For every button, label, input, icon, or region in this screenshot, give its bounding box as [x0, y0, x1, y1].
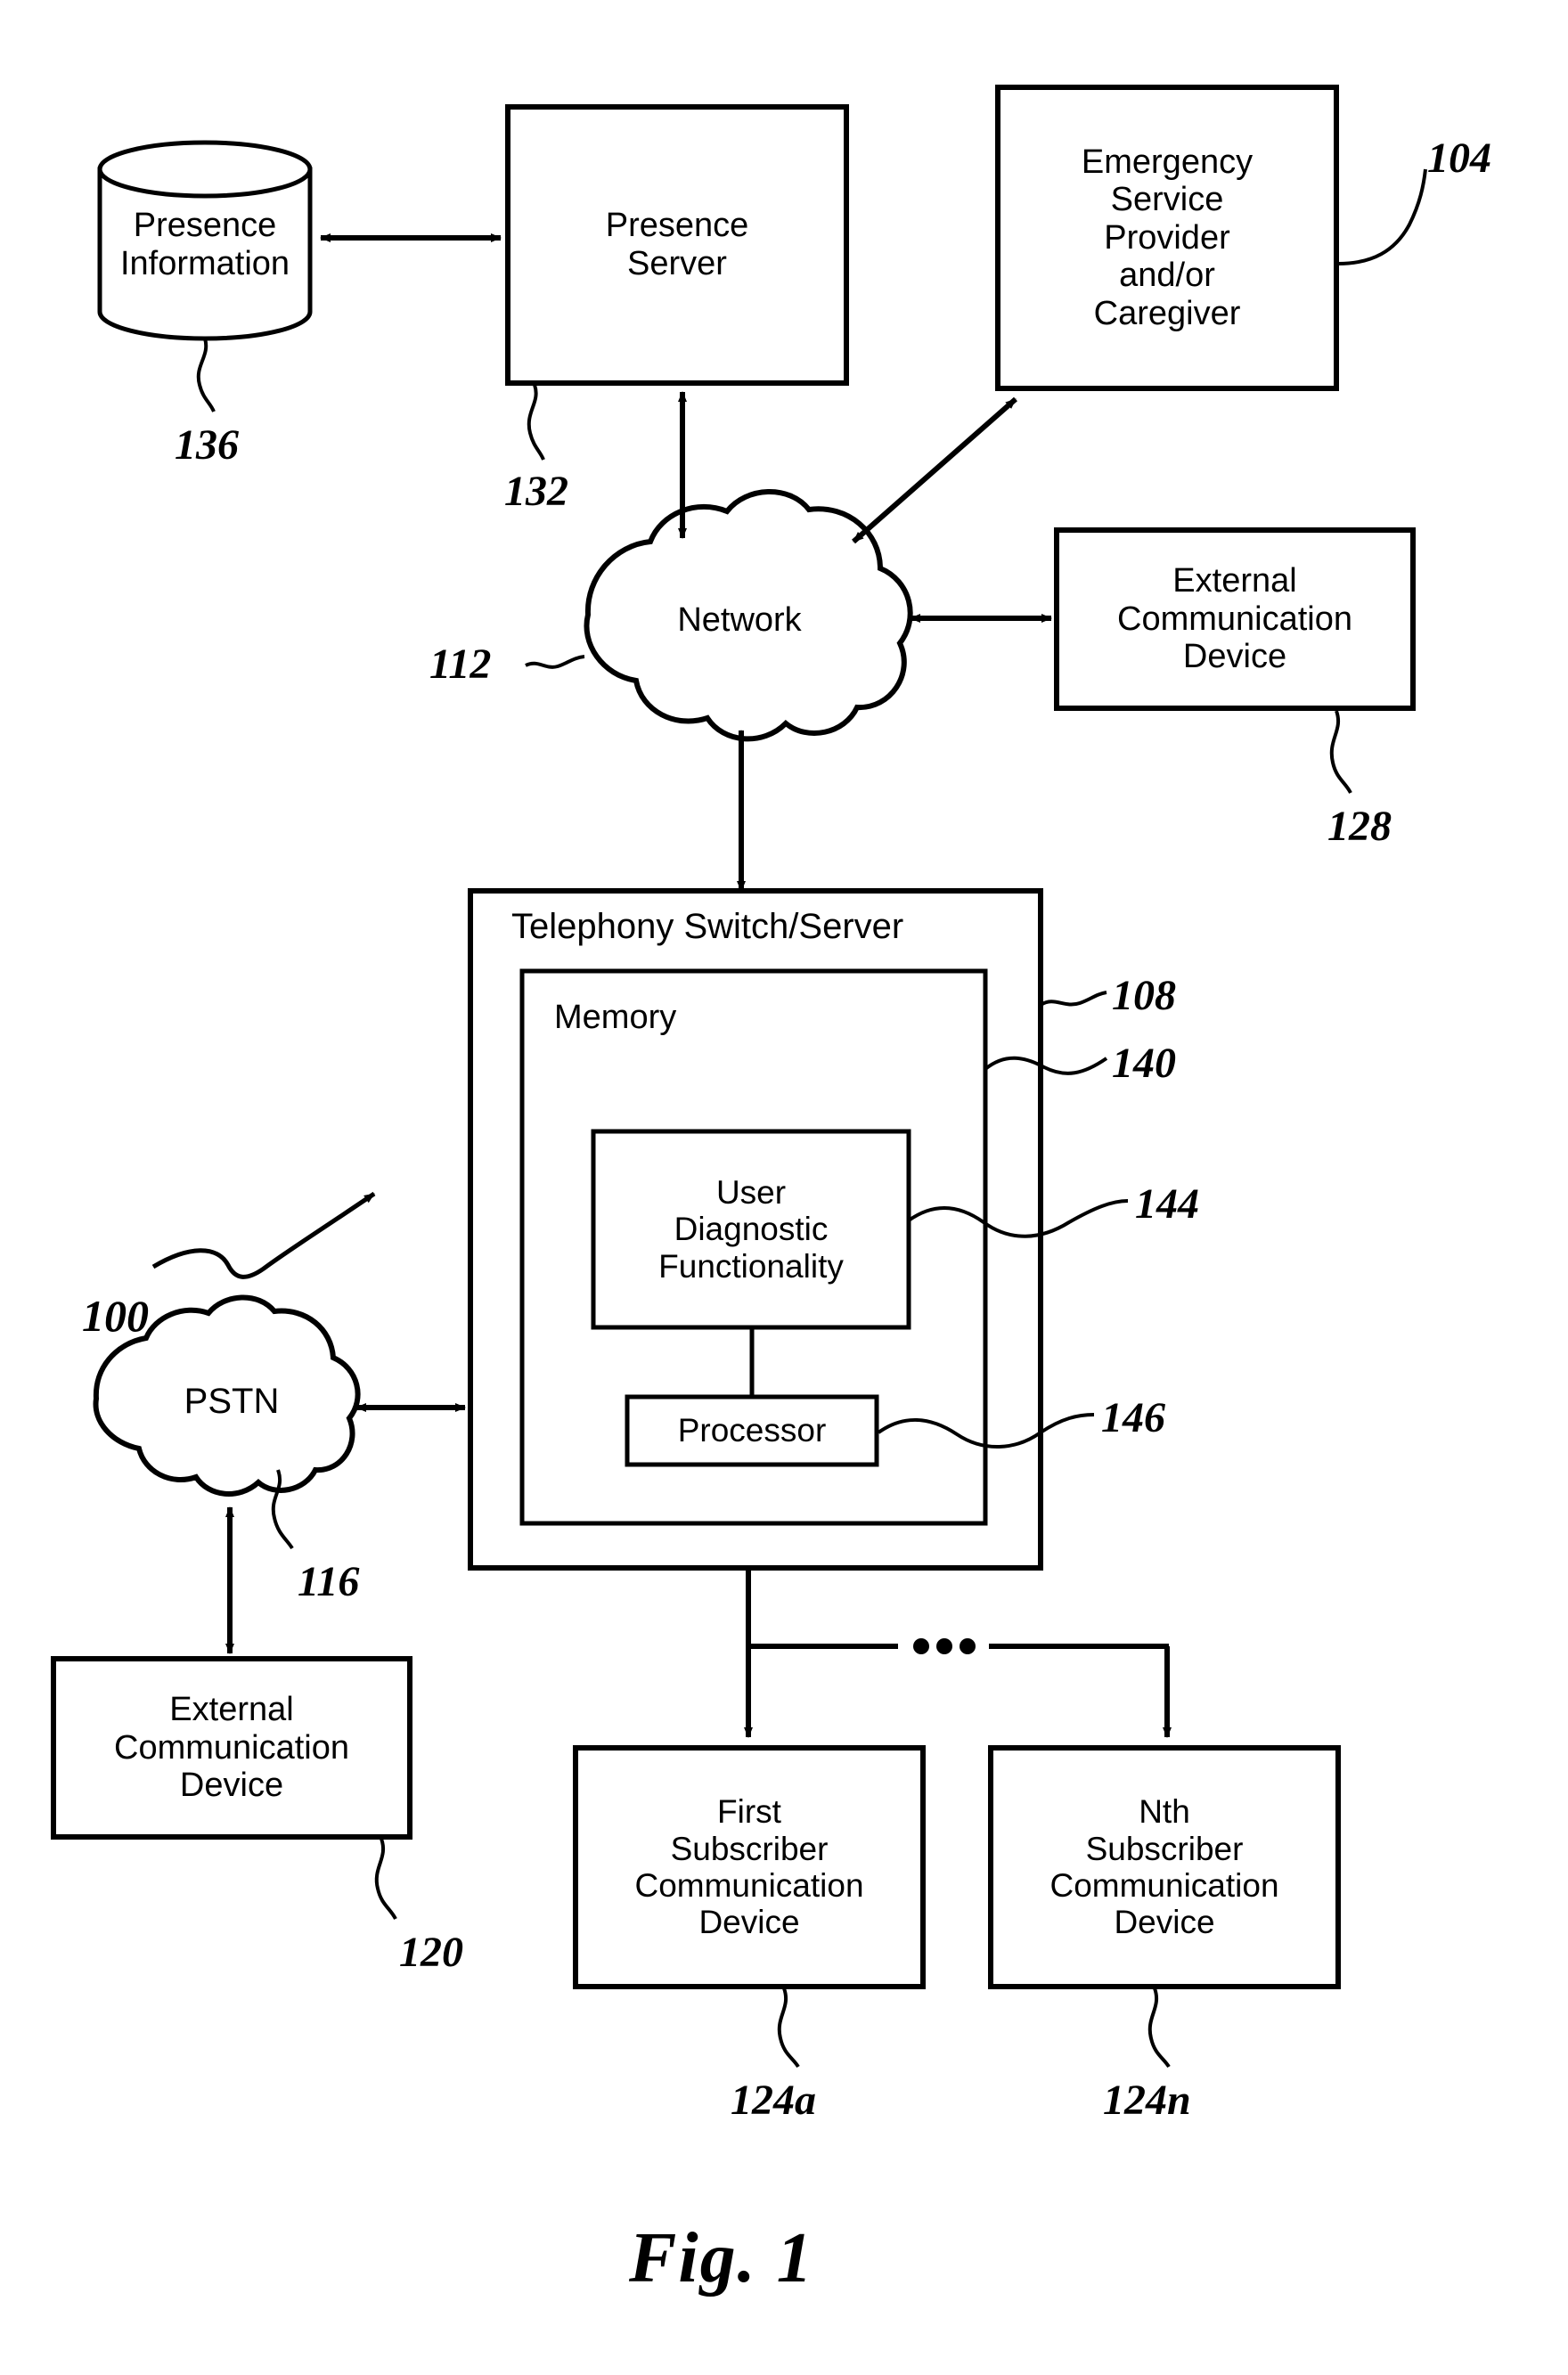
ref-system: 100: [82, 1291, 149, 1341]
ref-memory: 140: [1112, 1040, 1176, 1087]
figure-caption: Fig. 1: [629, 2219, 814, 2297]
external-comm-device-bottom-shape: [51, 1656, 412, 1840]
ref-pstn: 116: [298, 1558, 360, 1605]
arrow-network-emergency-service: [852, 396, 1017, 544]
ref-presence-server: 132: [504, 468, 568, 515]
ellipsis-dot: [913, 1638, 929, 1654]
ellipsis-dot: [936, 1638, 952, 1654]
ref-emergency-service: 104: [1427, 135, 1491, 182]
ref-user-diagnostic: 144: [1135, 1180, 1199, 1228]
ref-external-device-top: 128: [1327, 803, 1392, 850]
network-cloud-shape: [584, 489, 913, 742]
first-subscriber-device-shape: [573, 1745, 926, 1989]
system-reference-arrow: [151, 1191, 376, 1279]
presence-information-shape: [97, 140, 313, 341]
external-comm-device-top-shape: [1054, 527, 1416, 711]
ref-first-subscriber: 124a: [731, 2077, 816, 2124]
ellipsis-dot: [960, 1638, 976, 1654]
ref-nth-subscriber: 124n: [1103, 2077, 1191, 2124]
processor-shape: [625, 1394, 879, 1467]
patent-figure-page: Presence Information Presence Server Eme…: [0, 0, 1568, 2375]
ref-telephony-switch: 108: [1112, 972, 1176, 1019]
nth-subscriber-device-shape: [988, 1745, 1341, 1989]
ref-external-device-bottom: 120: [399, 1929, 463, 1976]
diagram-vector-layer: [51, 85, 1427, 2069]
ref-processor: 146: [1101, 1394, 1165, 1441]
presence-server-shape: [505, 104, 849, 386]
ref-presence-information: 136: [175, 421, 239, 469]
ref-network: 112: [429, 641, 492, 688]
emergency-service-shape: [995, 85, 1339, 391]
user-diagnostic-functionality-shape: [591, 1129, 911, 1330]
